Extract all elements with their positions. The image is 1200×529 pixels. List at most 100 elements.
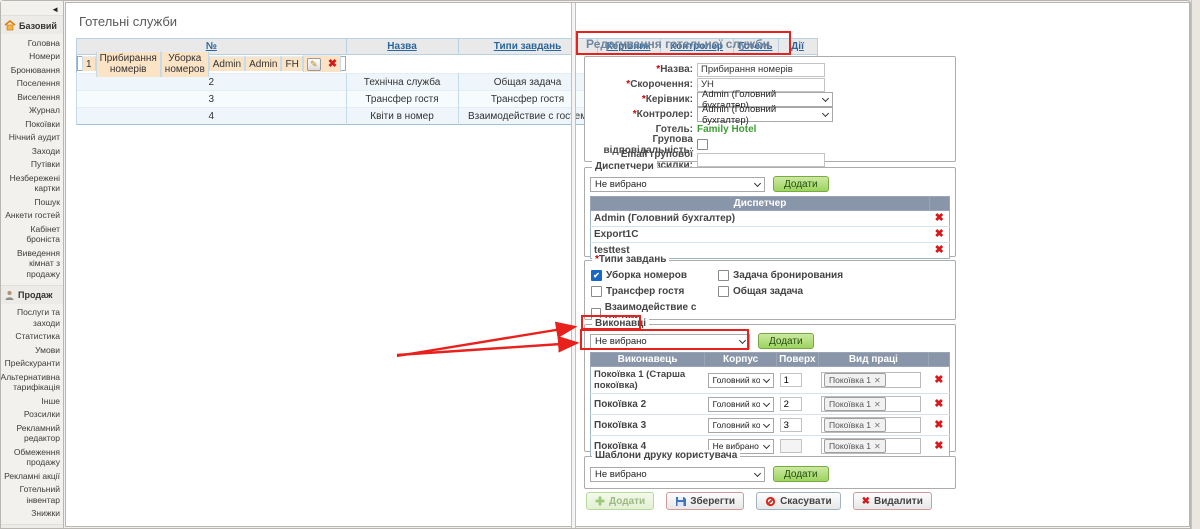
task-type-option[interactable]: Уборка номеров	[591, 270, 714, 281]
sidebar-item[interactable]: Заходи	[32, 144, 60, 158]
building-select[interactable]: Головний корпу	[708, 418, 774, 433]
worktype-field[interactable]: Покоївка 1✕	[821, 396, 921, 412]
task-type-label: Задача бронирования	[733, 270, 843, 281]
sales-icon	[4, 290, 15, 301]
window-right-edge	[1191, 0, 1200, 529]
sidebar-item[interactable]: Обмеження продажу	[2, 445, 60, 469]
worktype-field[interactable]: Покоївка 1✕	[821, 417, 921, 433]
sidebar-item[interactable]: Анкети гостей	[5, 209, 60, 223]
sidebar-item[interactable]: Знижки	[31, 507, 60, 521]
floor-input[interactable]	[780, 439, 802, 453]
service-fields-box: *Назва: *Скорочення: *Керівник: Admin (Г…	[584, 56, 956, 162]
checkbox[interactable]	[591, 270, 602, 281]
task-type-option[interactable]: Общая задача	[718, 286, 949, 297]
checkbox[interactable]	[718, 286, 729, 297]
save-button[interactable]: Зберегти	[666, 492, 744, 510]
chevron-down-icon	[739, 336, 746, 343]
sidebar-item[interactable]: Статистика	[15, 330, 60, 344]
sidebar-item[interactable]: Головна	[28, 36, 60, 50]
floor-input[interactable]	[780, 418, 802, 432]
remove-tag-icon[interactable]: ✕	[874, 376, 881, 385]
remove-executor-icon[interactable]: ✖	[934, 374, 943, 386]
plus-icon	[595, 496, 605, 506]
remove-tag-icon[interactable]: ✕	[874, 442, 881, 451]
sidebar-item[interactable]: Прейскуранти	[5, 357, 60, 371]
task-type-option[interactable]: Задача бронирования	[718, 270, 949, 281]
sidebar-item[interactable]: Незбережені картки	[2, 171, 60, 195]
worktype-tag: Покоївка 1	[829, 441, 871, 451]
remove-dispatcher-icon[interactable]: ✖	[935, 244, 944, 256]
dispatchers-box: Диспетчери Не вибрано Додати Диспетчер A…	[584, 167, 956, 257]
sidebar-item[interactable]: Послуги та заходи	[2, 306, 60, 330]
sidebar-item[interactable]: Розсилки	[24, 408, 60, 422]
page-title: Готельні служби	[79, 14, 177, 29]
remove-tag-icon[interactable]: ✕	[874, 421, 881, 430]
remove-executor-icon[interactable]: ✖	[934, 398, 943, 410]
add-button[interactable]: Додати	[586, 492, 654, 510]
remove-dispatcher-icon[interactable]: ✖	[935, 228, 944, 240]
print-template-select[interactable]: Не вибрано	[590, 467, 765, 482]
sidebar-item[interactable]: Альтернативна тарифікація	[1, 370, 60, 394]
cell-tasktypes: Взаимодействие с гостем	[458, 108, 597, 125]
checkbox[interactable]	[591, 308, 601, 319]
col-header-tasktypes[interactable]: Типи завдань	[458, 39, 597, 55]
sidebar-item[interactable]: Кабінет броніста	[2, 222, 60, 246]
edit-panel-title: Редагування готельної служби	[586, 37, 770, 51]
sidebar-item[interactable]: Номери	[29, 50, 60, 64]
checkbox[interactable]	[591, 286, 602, 297]
dispatcher-select[interactable]: Не вибрано	[590, 177, 765, 192]
sidebar-item[interactable]: Путівки	[31, 158, 60, 172]
remove-tag-icon[interactable]: ✕	[874, 400, 881, 409]
sidebar-item[interactable]: Покоївки	[25, 117, 60, 131]
edit-icon[interactable]: ✎	[307, 58, 321, 71]
floor-input[interactable]	[780, 397, 802, 411]
executors-legend: Виконавці	[592, 318, 649, 330]
add-print-template-button[interactable]: Додати	[773, 466, 829, 482]
sidebar-item[interactable]: Бронювання	[11, 63, 60, 77]
building-select[interactable]: Головний корпу	[708, 397, 774, 412]
sidebar-item[interactable]: Інше	[41, 394, 60, 408]
checkbox[interactable]	[718, 270, 729, 281]
field-label-name: *Назва:	[589, 64, 697, 75]
sidebar-item[interactable]: Пошук	[34, 195, 60, 209]
remove-executor-icon[interactable]: ✖	[934, 440, 943, 452]
group-responsibility-checkbox[interactable]	[697, 139, 708, 150]
name-input[interactable]	[697, 63, 825, 77]
building-select[interactable]: Головний корпу	[708, 373, 774, 388]
table-row[interactable]: 1 Прибирання номерів Уборка номеров Admi…	[77, 56, 346, 71]
panel-splitter[interactable]	[571, 3, 576, 528]
sidebar-section-sales[interactable]: Продаж	[1, 285, 63, 304]
floor-input[interactable]	[780, 373, 802, 387]
sidebar: ◄ Базовий Головна Номери Бронювання Посе…	[1, 1, 64, 528]
delete-icon[interactable]: ✖	[328, 59, 337, 70]
task-type-option[interactable]: Трансфер гостя	[591, 286, 714, 297]
delete-button[interactable]: ✖ Видалити	[853, 492, 932, 510]
sidebar-item[interactable]: Виведення кімнат з продажу	[2, 246, 60, 281]
remove-dispatcher-icon[interactable]: ✖	[935, 212, 944, 224]
executor-row: Покоївка 3 Головний корпу Покоївка 1✕ ✖	[591, 415, 950, 436]
sidebar-section-basic[interactable]: Базовий	[1, 15, 63, 34]
sidebar-section-accounting[interactable]: Бухгалтерія	[1, 524, 63, 528]
worktype-field[interactable]: Покоївка 1✕	[821, 438, 921, 454]
chevron-down-icon	[763, 399, 770, 406]
sidebar-item[interactable]: Готельний інвентар	[2, 483, 60, 507]
sidebar-item[interactable]: Рекламний редактор	[2, 421, 60, 445]
sidebar-item[interactable]: Рекламні акції	[4, 469, 60, 483]
sidebar-item[interactable]: Умови	[35, 343, 60, 357]
worktype-field[interactable]: Покоївка 1✕	[821, 372, 921, 388]
remove-executor-icon[interactable]: ✖	[934, 419, 943, 431]
executor-select[interactable]: Не вибрано	[590, 334, 750, 349]
group-email-input[interactable]	[697, 153, 825, 167]
cancel-icon	[765, 496, 776, 507]
add-dispatcher-button[interactable]: Додати	[773, 176, 829, 192]
sidebar-collapse-icon[interactable]: ◄	[51, 6, 59, 14]
sidebar-item[interactable]: Поселення	[17, 77, 60, 91]
col-header-name[interactable]: Назва	[346, 39, 458, 55]
task-types-legend: *Типи завдань	[592, 254, 669, 266]
sidebar-item[interactable]: Виселення	[17, 90, 60, 104]
sidebar-item[interactable]: Нічний аудит	[9, 131, 60, 145]
cancel-button[interactable]: Скасувати	[756, 492, 841, 510]
add-executor-button[interactable]: Додати	[758, 333, 814, 349]
sidebar-item[interactable]: Журнал	[29, 104, 60, 118]
controller-select[interactable]: Admin (Головний бухгалтер)	[697, 107, 833, 122]
